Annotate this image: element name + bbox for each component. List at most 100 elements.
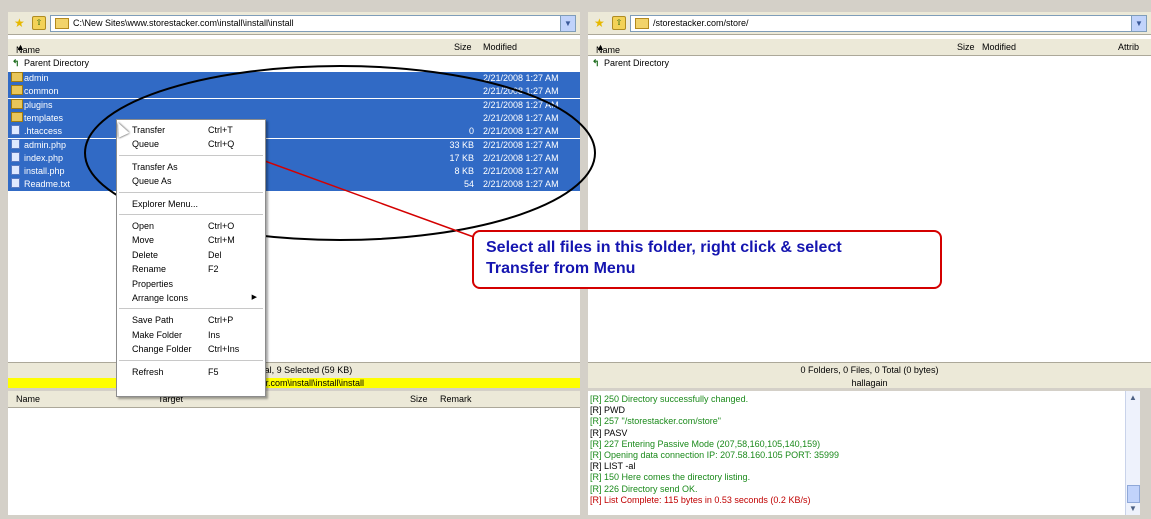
menu-item-shortcut: Ins [208, 329, 221, 340]
left-col-name[interactable]: Name ▲ [16, 42, 40, 55]
menu-item-change-folder[interactable]: Change Folder Ctrl+Ins [117, 342, 265, 356]
right-col-size[interactable]: Size [957, 42, 975, 52]
left-address-bar: ★ ⇧ C:\New Sites\www.storestacker.com\in… [8, 12, 580, 35]
log-line: [R] List Complete: 115 bytes in 0.53 sec… [590, 494, 811, 505]
file-size: 0 [468, 126, 474, 137]
file-modified: 2/21/2008 1:27 AM [483, 99, 559, 110]
queue-col-size[interactable]: Size [410, 394, 428, 404]
left-parent-directory[interactable]: ↰ Parent Directory [8, 57, 580, 70]
file-icon [11, 151, 20, 162]
log-line: [R] LIST -al [590, 461, 636, 472]
file-icon [11, 125, 20, 136]
menu-item-refresh[interactable]: Refresh F5 [117, 365, 265, 379]
right-col-name[interactable]: Name ▲ [596, 42, 620, 55]
left-col-modified[interactable]: Modified [483, 42, 517, 52]
menu-item-label: Explorer Menu... [132, 198, 199, 209]
scroll-thumb[interactable] [1127, 485, 1140, 503]
table-row[interactable]: templates 2/21/2008 1:27 AM [8, 111, 580, 125]
menu-item-queue-as[interactable]: Queue As [117, 174, 265, 188]
table-row[interactable]: .htaccess 0 2/21/2008 1:27 AM [8, 125, 580, 139]
file-modified: 2/21/2008 1:27 AM [483, 73, 559, 83]
file-name: Readme.txt [24, 179, 71, 190]
log-line: [R] 257 "/storestacker.com/store" [590, 416, 721, 427]
up-folder-icon[interactable]: ⇧ [612, 16, 626, 30]
file-name: .htaccess [24, 126, 63, 137]
table-row[interactable]: admin 2/21/2008 1:27 AM [8, 72, 580, 85]
file-name: common [24, 86, 59, 97]
left-path-text: C:\New Sites\www.storestacker.com\instal… [73, 18, 294, 28]
file-modified: 2/21/2008 1:27 AM [483, 166, 559, 177]
file-name: plugins [24, 99, 53, 110]
table-row[interactable]: admin.php 33 KB 2/21/2008 1:27 AM [8, 138, 580, 152]
menu-item-transfer[interactable]: Transfer Ctrl+T [117, 123, 265, 137]
menu-item-label: Transfer [132, 125, 166, 135]
file-modified: 2/21/2008 1:27 AM [483, 152, 559, 163]
menu-item-queue[interactable]: Queue Ctrl+Q [117, 137, 265, 151]
table-row[interactable]: index.php 17 KB 2/21/2008 1:27 AM [8, 151, 580, 165]
up-folder-icon[interactable]: ⇧ [32, 16, 46, 30]
parent-arrow-icon: ↰ [12, 58, 20, 68]
favorites-star-icon[interactable]: ★ [14, 16, 25, 30]
callout-line-1: Select all files in this folder, right c… [486, 239, 842, 256]
table-row[interactable]: plugins 2/21/2008 1:27 AM [8, 98, 580, 112]
folder-icon [11, 98, 23, 109]
log-line: [R] 150 Here comes the directory listing… [590, 472, 751, 483]
file-modified: 2/21/2008 1:27 AM [483, 86, 559, 97]
right-status-bar: 0 Folders, 0 Files, 0 Total (0 bytes) [588, 362, 1151, 378]
file-icon [11, 138, 20, 149]
folder-icon [11, 72, 23, 82]
table-row[interactable]: Readme.txt 54 2/21/2008 1:27 AM [8, 178, 580, 192]
right-address-bar: ★ ⇧ /storestacker.com/store/ ▼ [588, 12, 1151, 35]
right-path-combo[interactable]: /storestacker.com/store/ ▼ [630, 15, 1147, 32]
favorites-star-icon[interactable]: ★ [594, 16, 605, 30]
log-scrollbar[interactable]: ▲ ▼ [1125, 391, 1140, 515]
left-col-size[interactable]: Size [454, 42, 472, 52]
menu-item-properties[interactable]: Properties [117, 277, 265, 291]
queue-column-header: Name Target Size Remark [8, 391, 580, 408]
file-icon [11, 165, 20, 176]
menu-item-make-folder[interactable]: Make Folder Ins [117, 328, 265, 342]
right-parent-directory[interactable]: ↰ Parent Directory [588, 57, 1151, 70]
submenu-arrow-icon: ▶ [251, 294, 257, 301]
menu-item-open[interactable]: Open Ctrl+O [117, 219, 265, 233]
chevron-down-icon[interactable]: ▼ [560, 16, 575, 31]
right-col-modified[interactable]: Modified [982, 42, 1016, 52]
menu-item-delete[interactable]: Delete Del [117, 248, 265, 262]
queue-pane: Name Target Size Remark [8, 391, 580, 515]
menu-item-label: Transfer As [132, 161, 178, 172]
file-modified: 2/21/2008 1:27 AM [483, 179, 559, 190]
log-pane: [R] 250 Directory successfully changed.[… [588, 391, 1140, 515]
menu-item-label: Change Folder [132, 344, 192, 355]
chevron-down-icon[interactable]: ▼ [1131, 16, 1146, 31]
table-row[interactable]: install.php 8 KB 2/21/2008 1:27 AM [8, 165, 580, 179]
menu-item-save-path[interactable]: Save Path Ctrl+P [117, 313, 265, 327]
parent-arrow-icon: ↰ [592, 58, 600, 68]
right-col-attrib[interactable]: Attrib [1118, 42, 1139, 52]
log-line: [R] 226 Directory send OK. [590, 483, 698, 494]
left-path-combo[interactable]: C:\New Sites\www.storestacker.com\instal… [50, 15, 576, 32]
menu-item-shortcut: Ctrl+Ins [208, 344, 240, 355]
menu-item-label: Move [132, 235, 155, 246]
right-status-text: 0 Folders, 0 Files, 0 Total (0 bytes) [800, 365, 939, 375]
table-row[interactable]: common 2/21/2008 1:27 AM [8, 85, 580, 99]
menu-item-label: Open [132, 221, 155, 231]
queue-col-name[interactable]: Name [16, 394, 40, 404]
scroll-down-icon[interactable]: ▼ [1129, 504, 1137, 513]
file-size: 8 KB [454, 166, 474, 177]
menu-item-transfer-as[interactable]: Transfer As [117, 160, 265, 174]
context-menu: Transfer Ctrl+T Queue Ctrl+Q Transfer As Queu… [116, 119, 266, 397]
queue-col-remark[interactable]: Remark [440, 394, 472, 404]
menu-item-move[interactable]: Move Ctrl+M [117, 233, 265, 247]
right-path-text: /storestacker.com/store/ [653, 18, 749, 28]
file-modified: 2/21/2008 1:27 AM [483, 139, 559, 150]
file-name: index.php [24, 152, 64, 163]
menu-item-label: Arrange Icons [132, 293, 189, 303]
scroll-up-icon[interactable]: ▲ [1129, 393, 1137, 402]
menu-item-rename[interactable]: Rename F2 [117, 262, 265, 276]
menu-item-label: Queue [132, 139, 160, 150]
menu-item-explorer-menu[interactable]: Explorer Menu... [117, 197, 265, 211]
menu-item-shortcut: Ctrl+O [208, 221, 235, 231]
log-line: [R] PWD [590, 405, 625, 416]
menu-item-arrange-icons[interactable]: Arrange Icons ▶ [117, 291, 265, 305]
menu-item-shortcut: Ctrl+M [208, 235, 235, 246]
